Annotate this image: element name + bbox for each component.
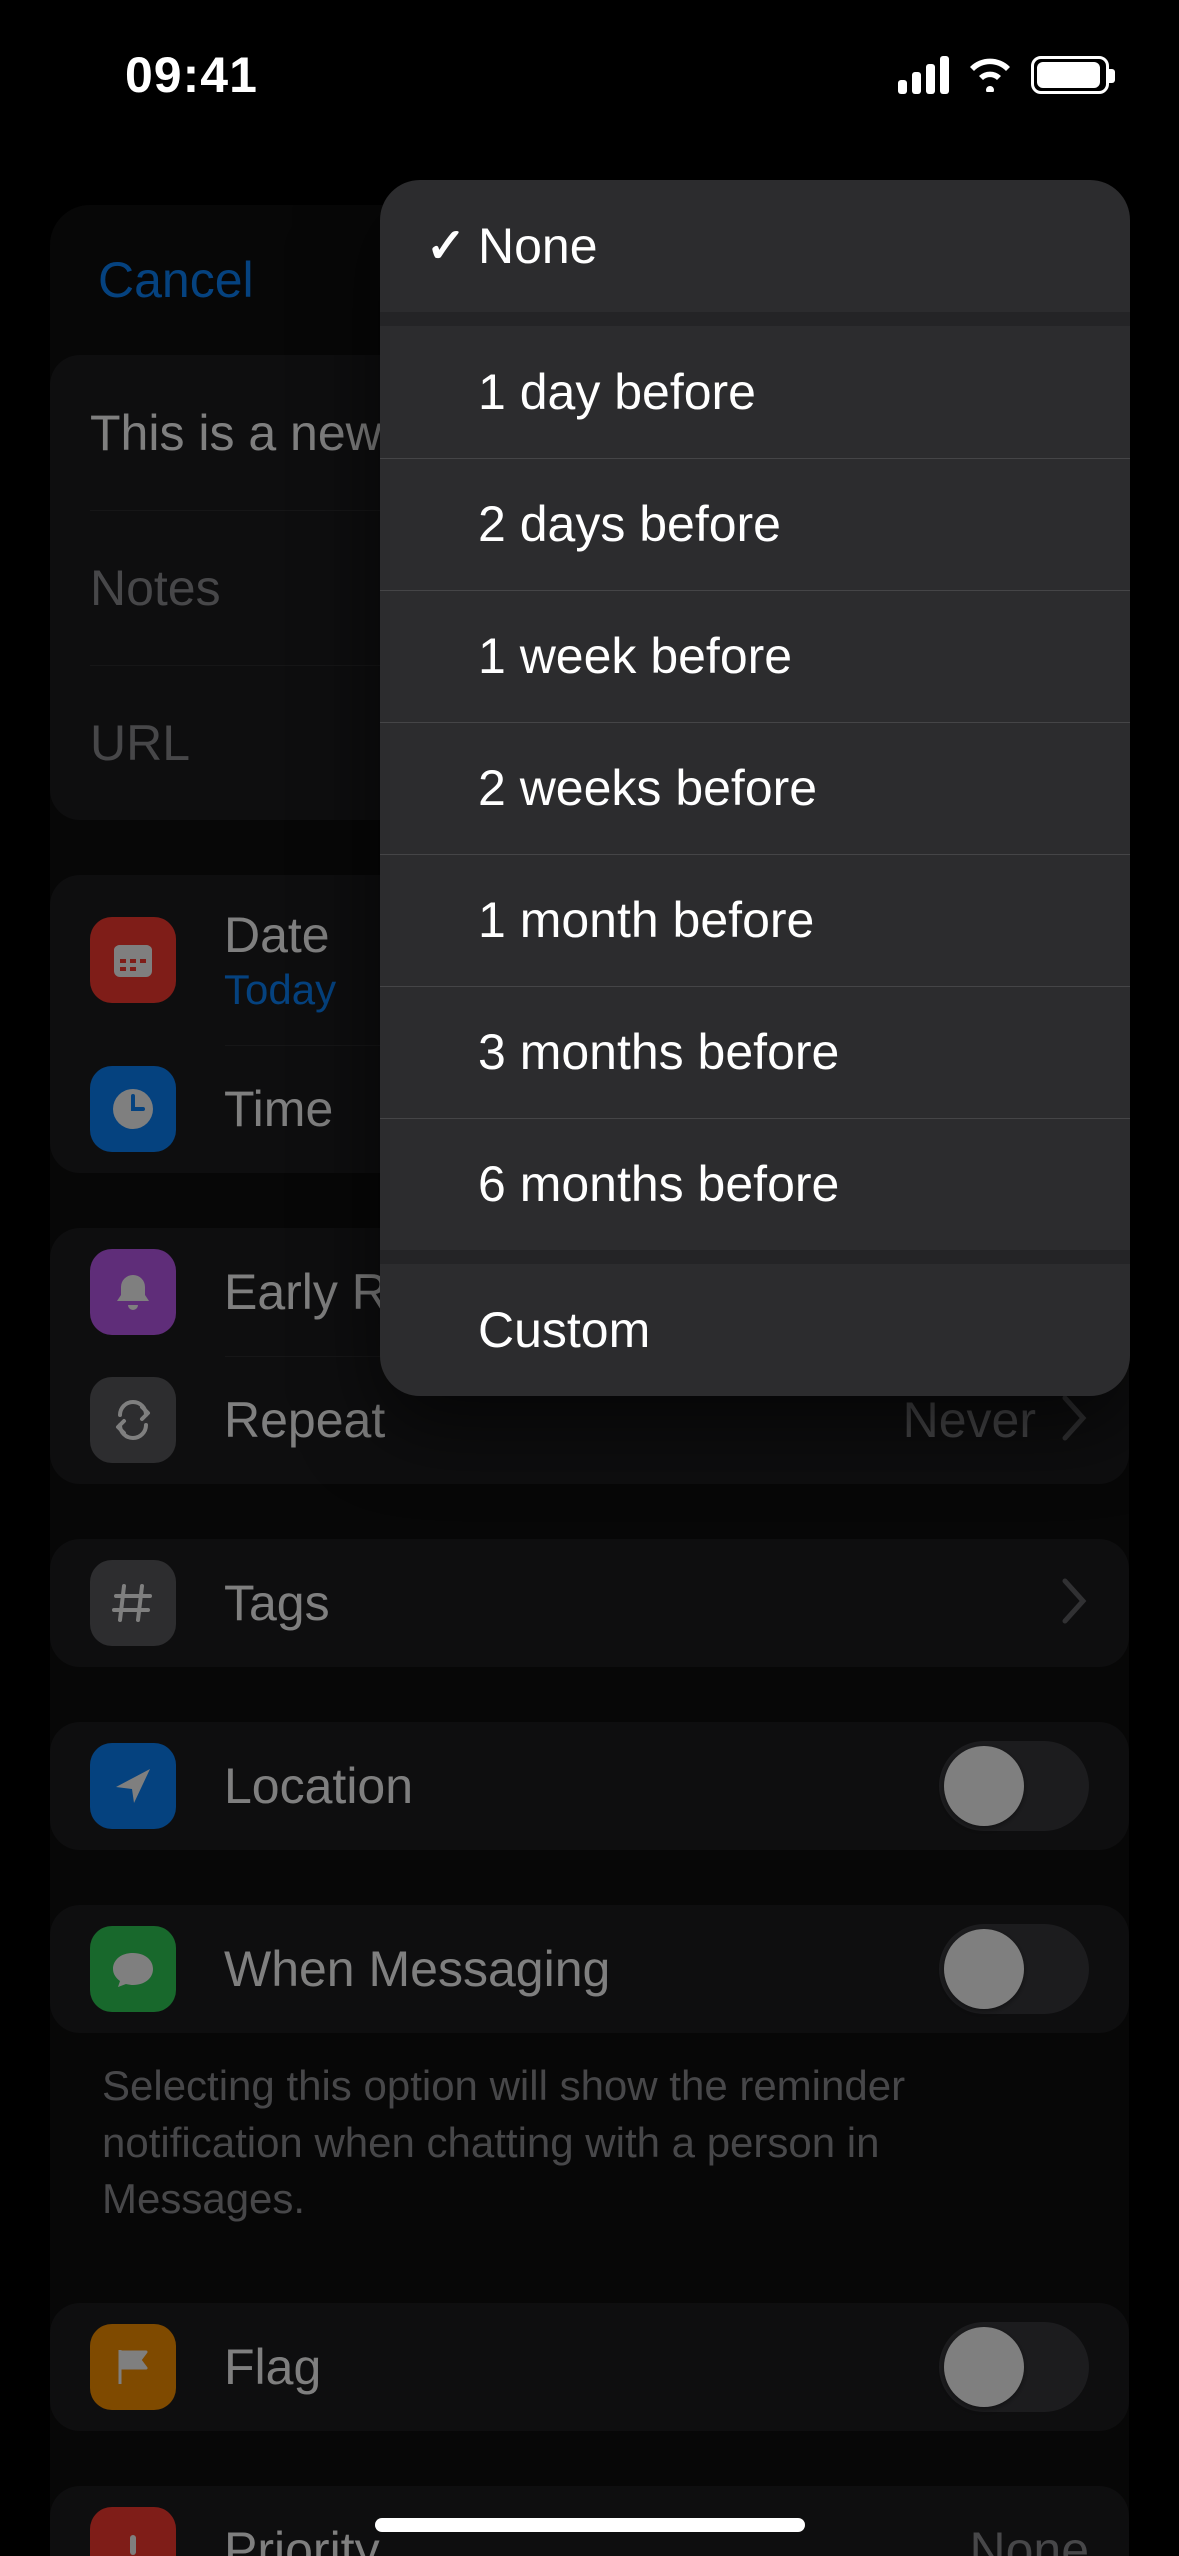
early-reminder-label: Early R xyxy=(224,1263,388,1321)
popover-option[interactable]: 1 week before xyxy=(380,590,1130,722)
status-bar: 09:41 xyxy=(0,0,1179,150)
tags-row[interactable]: Tags xyxy=(50,1539,1129,1667)
checkmark-icon: ✓ xyxy=(418,218,474,274)
popover-option[interactable]: Custom xyxy=(380,1264,1130,1396)
early-reminder-popover: ✓None 1 day before 2 days before 1 week bef… xyxy=(380,180,1130,1396)
home-indicator[interactable] xyxy=(375,2518,805,2532)
location-row[interactable]: Location xyxy=(50,1722,1129,1850)
date-value: Today xyxy=(224,966,336,1014)
popover-option[interactable]: ✓None xyxy=(380,180,1130,312)
repeat-label: Repeat xyxy=(224,1391,385,1449)
priority-label: Priority xyxy=(224,2521,380,2556)
exclamation-icon xyxy=(90,2507,176,2556)
popover-option[interactable]: 1 month before xyxy=(380,854,1130,986)
popover-option-label: 1 day before xyxy=(478,363,756,421)
status-time: 09:41 xyxy=(125,46,258,104)
status-indicators xyxy=(898,56,1109,94)
message-bubble-icon xyxy=(90,1926,176,2012)
repeat-icon xyxy=(90,1377,176,1463)
hash-icon xyxy=(90,1560,176,1646)
messaging-label: When Messaging xyxy=(224,1940,610,1998)
cancel-button[interactable]: Cancel xyxy=(98,251,254,309)
location-switch[interactable] xyxy=(939,1741,1089,1831)
location-label: Location xyxy=(224,1757,413,1815)
flag-switch[interactable] xyxy=(939,2322,1089,2412)
calendar-icon xyxy=(90,917,176,1003)
popover-option-label: 3 months before xyxy=(478,1023,839,1081)
popover-option-label: 6 months before xyxy=(478,1155,839,1213)
flag-row[interactable]: Flag xyxy=(50,2303,1129,2431)
popover-option-label: 2 weeks before xyxy=(478,759,817,817)
flag-group: Flag xyxy=(50,2303,1129,2431)
clock-icon xyxy=(90,1066,176,1152)
popover-option-label: 1 month before xyxy=(478,891,814,949)
location-group: Location xyxy=(50,1722,1129,1850)
date-label: Date xyxy=(224,906,336,964)
wifi-icon xyxy=(967,58,1013,92)
popover-option[interactable]: 2 days before xyxy=(380,458,1130,590)
popover-option-label: None xyxy=(478,217,598,275)
popover-option[interactable]: 2 weeks before xyxy=(380,722,1130,854)
popover-option-label: 2 days before xyxy=(478,495,781,553)
popover-option-label: Custom xyxy=(478,1301,650,1359)
battery-icon xyxy=(1031,56,1109,94)
time-label: Time xyxy=(224,1080,333,1138)
popover-option[interactable]: 1 day before xyxy=(380,326,1130,458)
chevron-right-icon xyxy=(1061,1394,1089,1447)
messaging-footer-note: Selecting this option will show the remi… xyxy=(50,2058,1129,2228)
flag-label: Flag xyxy=(224,2338,321,2396)
location-arrow-icon xyxy=(90,1743,176,1829)
popover-option[interactable]: 3 months before xyxy=(380,986,1130,1118)
cellular-signal-icon xyxy=(898,56,949,94)
chevron-right-icon xyxy=(1061,1577,1089,1630)
repeat-value: Never xyxy=(903,1391,1036,1449)
tags-group: Tags xyxy=(50,1539,1129,1667)
messaging-switch[interactable] xyxy=(939,1924,1089,2014)
popover-option-label: 1 week before xyxy=(478,627,792,685)
messaging-group: When Messaging xyxy=(50,1905,1129,2033)
tags-label: Tags xyxy=(224,1574,330,1632)
flag-icon xyxy=(90,2324,176,2410)
bell-icon xyxy=(90,1249,176,1335)
popover-option[interactable]: 6 months before xyxy=(380,1118,1130,1250)
messaging-row[interactable]: When Messaging xyxy=(50,1905,1129,2033)
priority-value: None xyxy=(969,2521,1089,2556)
